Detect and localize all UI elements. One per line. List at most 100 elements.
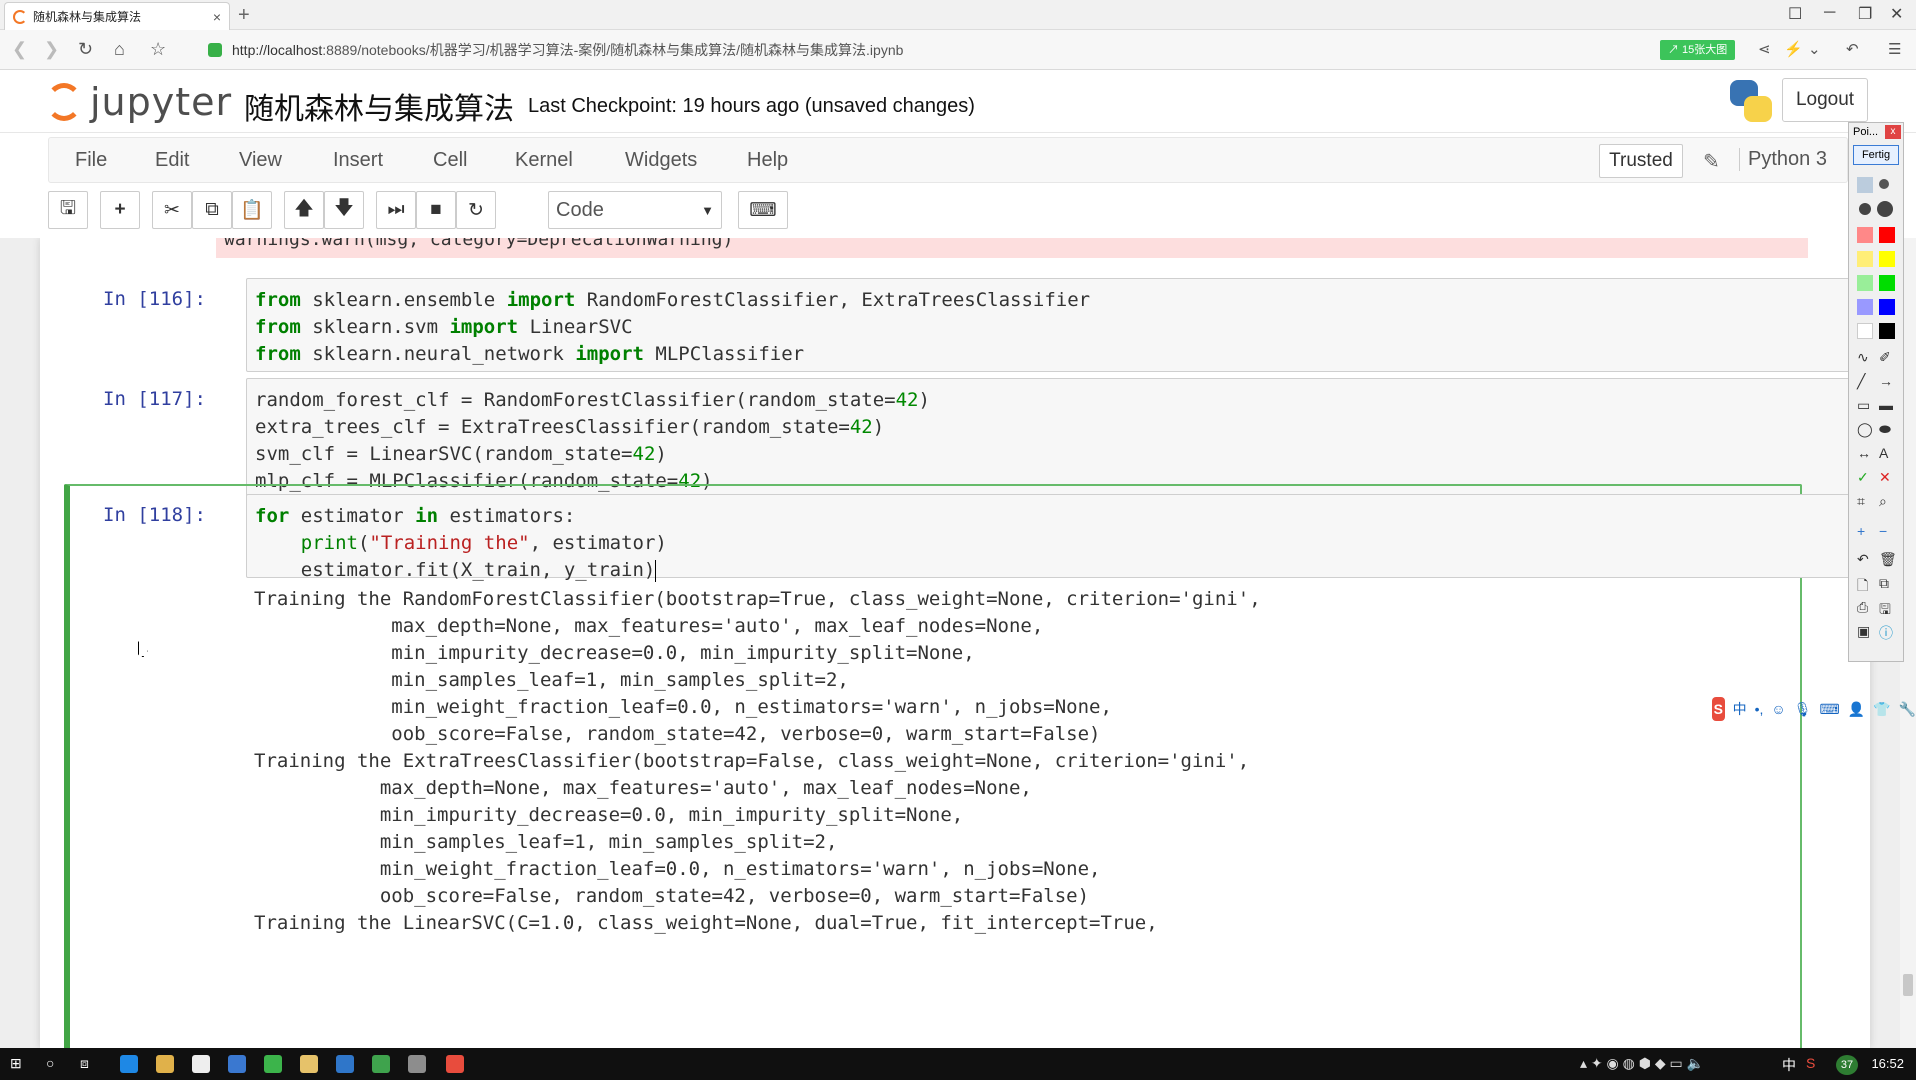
color-green[interactable] xyxy=(1879,275,1895,291)
marker-icon[interactable]: ✐ xyxy=(1879,349,1891,366)
kernel-indicator[interactable]: Python 3 xyxy=(1739,148,1827,171)
emoji-icon[interactable]: ☺ xyxy=(1771,701,1785,717)
scrollbar-thumb[interactable] xyxy=(1903,974,1913,996)
color-yellow[interactable] xyxy=(1879,251,1895,267)
dot-xlarge-tool[interactable] xyxy=(1877,201,1893,217)
trash-icon[interactable]: 🗑 xyxy=(1879,551,1897,568)
freehand-icon[interactable]: ∿ xyxy=(1857,349,1869,366)
file-explorer-icon[interactable] xyxy=(300,1055,318,1073)
move-down-button[interactable]: 🡇 xyxy=(324,191,364,229)
code-editor[interactable]: from sklearn.ensemble import RandomFores… xyxy=(246,278,1862,372)
new-tab-button[interactable]: + xyxy=(238,4,250,27)
move-up-button[interactable]: 🡅 xyxy=(284,191,324,229)
info-icon[interactable]: ⓘ xyxy=(1879,623,1893,643)
browser-tab[interactable]: 随机森林与集成算法 × xyxy=(4,2,230,30)
window-pin-icon[interactable]: ☐ xyxy=(1788,4,1802,24)
tab-close-button[interactable]: × xyxy=(213,9,221,25)
color-light-red[interactable] xyxy=(1857,227,1873,243)
dot-medium-tool[interactable] xyxy=(1879,179,1889,189)
color-red[interactable] xyxy=(1879,227,1895,243)
back-button[interactable]: ❮ xyxy=(12,39,27,60)
undo-icon[interactable]: ↶ xyxy=(1846,40,1859,58)
wrench-icon[interactable]: 🔧 xyxy=(1899,701,1916,718)
app-icon-window[interactable] xyxy=(336,1055,354,1073)
color-light-green[interactable] xyxy=(1857,275,1873,291)
plus-size-icon[interactable]: + xyxy=(1857,523,1865,539)
sogou-tray-icon[interactable]: S xyxy=(1806,1055,1815,1071)
jupyter-logo[interactable]: jupyter xyxy=(46,80,232,124)
pencil-edit-icon[interactable]: ✎ xyxy=(1703,149,1720,174)
check-icon[interactable]: ✓ xyxy=(1857,469,1869,486)
undo-icon[interactable]: ↶ xyxy=(1857,551,1869,568)
save-button[interactable]: 🖫 xyxy=(48,191,88,229)
sogou-logo-icon[interactable]: S xyxy=(1712,697,1725,721)
soft-keyboard-icon[interactable]: ⌨ xyxy=(1819,701,1839,718)
insert-cell-button[interactable]: + xyxy=(100,191,140,229)
code-editor[interactable]: for estimator in estimators: print("Trai… xyxy=(246,494,1862,582)
url-input[interactable]: http://localhost:8889/notebooks/机器学习/机器学… xyxy=(208,36,1628,64)
menu-view[interactable]: View xyxy=(239,149,282,172)
user-icon[interactable]: 👤 xyxy=(1848,701,1865,718)
copy-button[interactable]: ⧉ xyxy=(192,191,232,229)
save-disk-icon[interactable]: 🖫 xyxy=(1879,599,1891,623)
menu-kernel[interactable]: Kernel xyxy=(515,149,573,172)
window-minimize-button[interactable]: ─ xyxy=(1824,4,1835,22)
copy-page-icon[interactable]: ⧉ xyxy=(1879,575,1889,592)
microphone-icon[interactable]: 🎙 xyxy=(1794,701,1812,718)
menu-insert[interactable]: Insert xyxy=(333,149,383,172)
reload-icon[interactable]: ↻ xyxy=(78,39,93,60)
image-badge-button[interactable]: ↗ 15张大图 xyxy=(1660,40,1736,60)
minus-size-icon[interactable]: − xyxy=(1879,523,1887,539)
text-tool-icon[interactable]: A xyxy=(1879,445,1888,461)
run-button[interactable]: ⏭ xyxy=(376,191,416,229)
ime-tray-indicator[interactable]: 中 xyxy=(1782,1055,1796,1075)
task-view-icon[interactable]: ⧈ xyxy=(80,1055,89,1072)
windows-start-icon[interactable]: ⊞ xyxy=(10,1055,22,1072)
color-light-blue[interactable] xyxy=(1857,299,1873,315)
zoom-icon[interactable]: ⌕ xyxy=(1879,493,1887,510)
menu-file[interactable]: File xyxy=(75,149,107,172)
share-icon[interactable]: ⋖ xyxy=(1758,40,1771,58)
window-restore-button[interactable]: ❐ xyxy=(1858,4,1872,24)
dot-small-tool[interactable] xyxy=(1857,177,1873,193)
color-light-yellow[interactable] xyxy=(1857,251,1873,267)
skin-icon[interactable]: 👕 xyxy=(1873,701,1890,718)
filled-rectangle-icon[interactable]: ▬ xyxy=(1879,397,1893,413)
home-icon[interactable]: ⌂ xyxy=(114,39,125,60)
logout-button[interactable]: Logout xyxy=(1782,78,1868,122)
mail-icon[interactable] xyxy=(192,1055,210,1073)
bookmark-star-icon[interactable]: ☆ xyxy=(150,39,166,60)
crop-icon[interactable]: ⌗ xyxy=(1857,493,1865,510)
ellipse-icon[interactable]: ◯ xyxy=(1857,421,1873,438)
chevron-down-icon[interactable]: ⌄ xyxy=(1808,40,1821,58)
restart-button[interactable]: ↻ xyxy=(456,191,496,229)
line-icon[interactable]: ╱ xyxy=(1857,373,1865,390)
notification-counter[interactable]: 37 xyxy=(1836,1055,1858,1075)
menu-icon[interactable]: ☰ xyxy=(1888,40,1901,58)
notebook-title[interactable]: 随机森林与集成算法 xyxy=(244,84,514,128)
app-icon-blue[interactable] xyxy=(228,1055,246,1073)
tray-icons[interactable]: ▴ ✦ ◉ ◍ ⬢ ◆ ▭ 🔈 xyxy=(1580,1055,1704,1072)
window-close-button[interactable]: ✕ xyxy=(1890,4,1903,24)
color-blue[interactable] xyxy=(1879,299,1895,315)
command-palette-button[interactable]: ⌨ xyxy=(738,191,788,229)
app-icon-gray[interactable] xyxy=(408,1055,426,1073)
filled-ellipse-icon[interactable]: ⬬ xyxy=(1879,421,1891,438)
cross-icon[interactable]: ✕ xyxy=(1879,469,1891,486)
browser-app-icon[interactable] xyxy=(264,1055,282,1073)
ime-mode-toggle[interactable]: 中 xyxy=(1733,699,1747,719)
interrupt-button[interactable]: ■ xyxy=(416,191,456,229)
arrow-icon[interactable]: → xyxy=(1879,373,1893,389)
edge-browser-icon[interactable] xyxy=(120,1055,138,1073)
lightning-icon[interactable]: ⚡ xyxy=(1784,40,1803,58)
print-icon[interactable]: ⎙ xyxy=(1857,599,1868,616)
double-arrow-icon[interactable]: ↔ xyxy=(1857,445,1871,461)
menu-widgets[interactable]: Widgets xyxy=(625,149,697,172)
app-icon-green[interactable] xyxy=(372,1055,390,1073)
panel-close-button[interactable]: x xyxy=(1885,125,1901,139)
cell-type-select[interactable]: Code ▼ xyxy=(548,191,722,229)
menu-edit[interactable]: Edit xyxy=(155,149,189,172)
cortana-search-icon[interactable]: ○ xyxy=(46,1055,54,1071)
menu-cell[interactable]: Cell xyxy=(433,149,467,172)
forward-button[interactable]: ❯ xyxy=(44,39,59,60)
